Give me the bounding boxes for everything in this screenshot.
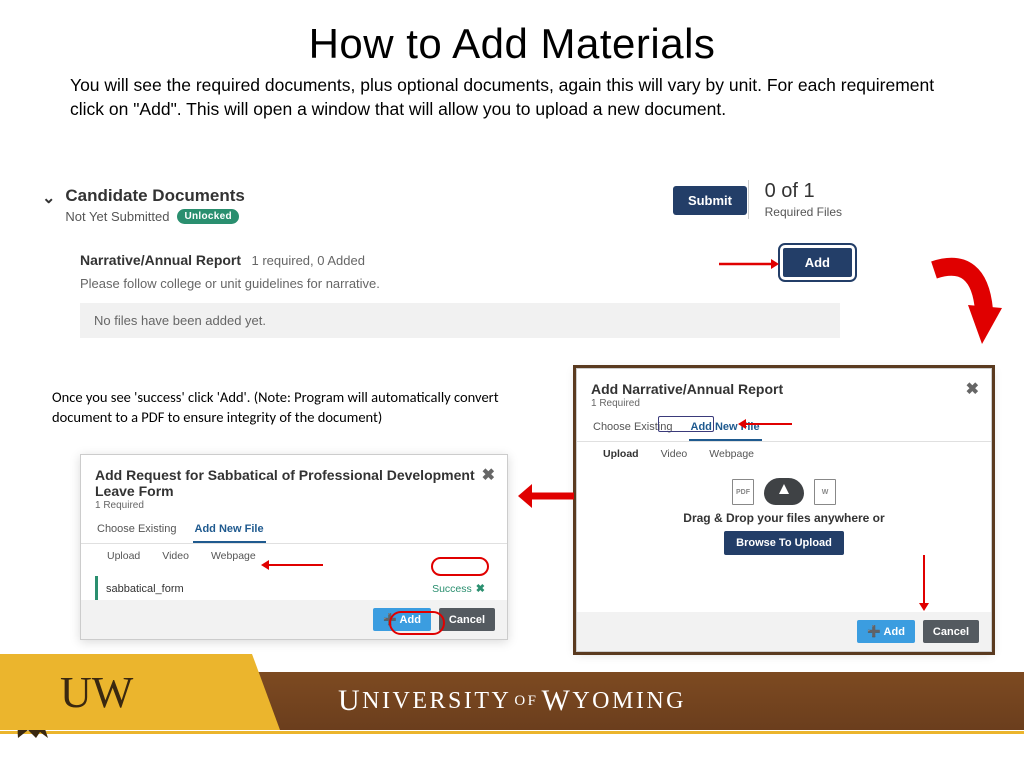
add-button[interactable]: Add	[783, 248, 852, 277]
pdf-icon: PDF	[732, 479, 754, 505]
section-heading: Candidate Documents	[65, 186, 244, 206]
highlight-ring	[389, 611, 445, 635]
arrow-down-icon	[917, 555, 931, 611]
dialog-title: Add Request for Sabbatical of Profession…	[81, 455, 507, 499]
dialog-required: 1 Required	[577, 397, 991, 417]
submit-button[interactable]: Submit	[673, 186, 747, 215]
file-name: sabbatical_form	[106, 583, 184, 595]
word-icon: W	[814, 479, 836, 505]
add-narrative-dialog: ✖ Add Narrative/Annual Report 1 Required…	[576, 368, 992, 652]
upload-cloud-icon	[764, 478, 804, 505]
page-subtitle: You will see the required documents, plu…	[0, 74, 1024, 121]
arrow-icon	[738, 418, 792, 430]
note-text: Once you see 'success' click 'Add'. (Not…	[52, 388, 522, 427]
subtab-webpage[interactable]: Webpage	[211, 550, 256, 562]
add-sabbatical-dialog: ✖ Add Request for Sabbatical of Professi…	[80, 454, 508, 640]
subtab-video[interactable]: Video	[162, 550, 189, 562]
uw-logo: UW	[60, 667, 133, 718]
status-text: Not Yet Submitted	[65, 209, 169, 224]
required-count: 0 of 1	[765, 180, 842, 203]
cancel-button[interactable]: Cancel	[923, 620, 979, 643]
status-badge: Unlocked	[177, 209, 238, 224]
required-label: Required Files	[765, 205, 842, 219]
close-icon[interactable]: ✖	[482, 465, 495, 485]
drop-area[interactable]: PDF W Drag & Drop your files anywhere or…	[577, 464, 991, 563]
chevron-down-icon[interactable]: ⌄	[42, 188, 55, 208]
cancel-button[interactable]: Cancel	[439, 608, 495, 631]
required-count-box: 0 of 1 Required Files	[748, 180, 842, 219]
logo-block: UW	[0, 654, 280, 730]
add-button[interactable]: ➕ Add	[857, 620, 915, 643]
drop-text: Drag & Drop your files anywhere or	[577, 511, 991, 525]
highlight-ring	[658, 416, 714, 432]
documents-panel: ⌄ Candidate Documents Not Yet Submitted …	[42, 186, 962, 338]
tab-choose-existing[interactable]: Choose Existing	[95, 519, 179, 543]
dialog-title: Add Narrative/Annual Report	[577, 369, 991, 397]
arrow-icon	[261, 559, 323, 571]
arrow-icon	[719, 257, 779, 271]
requirement-title: Narrative/Annual Report	[80, 252, 241, 268]
page-title: How to Add Materials	[0, 0, 1024, 74]
requirement-meta: 1 required, 0 Added	[252, 253, 365, 268]
highlight-ring	[431, 557, 489, 576]
subtab-video[interactable]: Video	[661, 448, 688, 460]
remove-file-icon[interactable]: ✖	[476, 583, 485, 595]
tab-add-new-file[interactable]: Add New File	[193, 519, 266, 543]
dialog-required: 1 Required	[81, 499, 507, 519]
close-icon[interactable]: ✖	[966, 379, 979, 399]
uploaded-file-row: sabbatical_form Success ✖	[95, 576, 493, 601]
no-files-message: No files have been added yet.	[80, 303, 840, 338]
browse-button[interactable]: Browse To Upload	[724, 531, 844, 555]
arrow-left-icon	[518, 484, 574, 508]
subtab-upload[interactable]: Upload	[603, 448, 639, 460]
success-label: Success	[432, 583, 472, 595]
curved-arrow-icon	[924, 250, 1004, 360]
separator	[0, 731, 1024, 734]
requirement-desc: Please follow college or unit guidelines…	[80, 276, 962, 291]
subtab-webpage[interactable]: Webpage	[709, 448, 754, 460]
subtab-upload[interactable]: Upload	[107, 550, 140, 562]
